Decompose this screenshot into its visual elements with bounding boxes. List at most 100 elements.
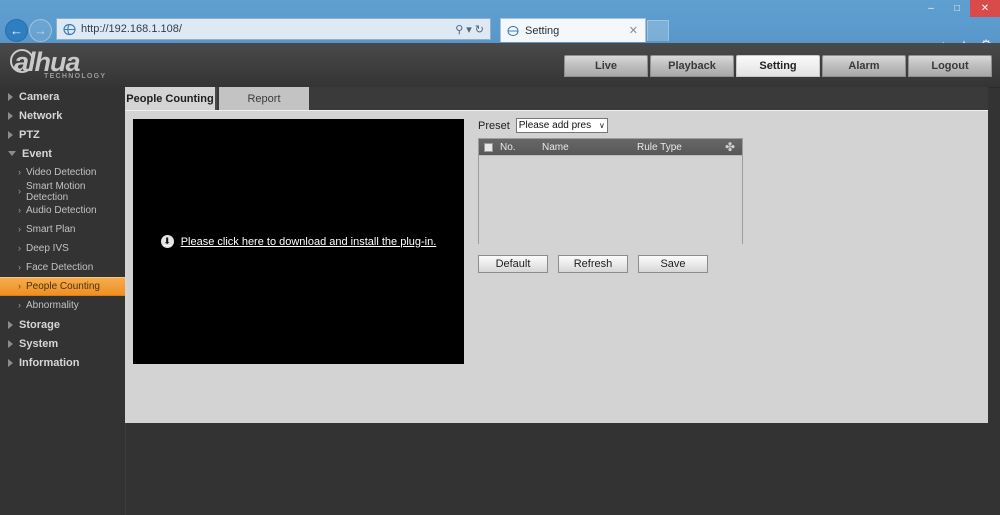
tab-close-icon[interactable]: ✕ [629, 24, 645, 37]
back-icon[interactable]: ← [5, 19, 28, 42]
sidebar-item-label: System [19, 337, 59, 350]
sidebar-item-people-counting[interactable]: › People Counting [0, 277, 125, 296]
address-bar[interactable]: http://192.168.1.108/ ⚲ ▾ ↻ [56, 18, 491, 40]
chevron-right-icon: › [18, 300, 21, 310]
action-buttons: Default Refresh Save [478, 255, 708, 273]
nav-item-alarm[interactable]: Alarm [822, 55, 906, 77]
preset-label: Preset [478, 119, 510, 132]
sidebar-item-label: Network [19, 109, 63, 122]
logo-subtitle: TECHNOLOGY [44, 73, 107, 80]
nav-item-live[interactable]: Live [564, 55, 648, 77]
main-navigation: Live Playback Setting Alarm Logout [564, 55, 992, 77]
chevron-down-icon [8, 151, 16, 156]
sidebar-item-label: Camera [19, 90, 60, 103]
sidebar-item-label: Smart Motion Detection [26, 180, 86, 203]
close-button[interactable]: ✕ [970, 0, 1000, 17]
default-button[interactable]: Default [478, 255, 548, 273]
preset-dropdown[interactable]: Please add pres ∨ [515, 118, 608, 133]
web-page: alhua TECHNOLOGY Live Playback Setting A… [0, 43, 1000, 515]
sidebar-item-label: Abnormality [26, 300, 79, 311]
search-icon[interactable]: ⚲ [455, 23, 463, 36]
preset-row: Preset Please add pres ∨ [478, 118, 608, 133]
settings-panel: ⬇ Please click here to download and inst… [125, 110, 988, 423]
browser-chrome: – □ ✕ ← → http://192.168.1.108/ ⚲ ▾ ↻ Se… [0, 0, 1000, 53]
sidebar-item-label: Audio Detection [26, 205, 97, 216]
sidebar-item-deep-ivs[interactable]: › Deep IVS [0, 239, 125, 258]
sidebar-item-abnormality[interactable]: › Abnormality [0, 296, 125, 315]
chevron-down-icon[interactable]: ▾ [466, 23, 472, 36]
sidebar-item-event[interactable]: Event [0, 144, 125, 163]
nav-item-logout[interactable]: Logout [908, 55, 992, 77]
chevron-right-icon [8, 92, 13, 101]
rule-table: No. Name Rule Type ✤ [478, 138, 743, 244]
chevron-right-icon: › [18, 167, 21, 177]
sidebar-item-label: Face Detection [26, 262, 94, 273]
content-area: People Counting Report ⬇ Please click he… [125, 87, 988, 423]
tab-favicon-icon [506, 24, 520, 38]
sidebar-item-label: Event [22, 147, 52, 160]
rule-table-body [479, 155, 742, 244]
column-header-rule-type: Rule Type [637, 141, 682, 153]
sidebar-item-audio-detection[interactable]: › Audio Detection [0, 201, 125, 220]
refresh-button[interactable]: Refresh [558, 255, 628, 273]
new-tab-button[interactable] [647, 20, 669, 41]
window-controls: – □ ✕ [918, 0, 1000, 17]
plugin-download-link[interactable]: ⬇ Please click here to download and inst… [160, 235, 437, 248]
sidebar-item-information[interactable]: Information [0, 353, 125, 372]
sidebar-item-label: Information [19, 356, 80, 369]
sidebar-item-label: Video Detection [26, 167, 97, 178]
chevron-right-icon: › [18, 224, 21, 234]
chevron-right-icon: › [18, 243, 21, 253]
chevron-right-icon [8, 320, 13, 329]
chevron-right-icon [8, 339, 13, 348]
video-preview[interactable]: ⬇ Please click here to download and inst… [133, 119, 464, 364]
minimize-button[interactable]: – [918, 0, 944, 17]
sidebar-item-system[interactable]: System [0, 334, 125, 353]
tab-report[interactable]: Report [219, 87, 309, 110]
sidebar-item-label: Deep IVS [26, 243, 69, 254]
rule-table-header: No. Name Rule Type ✤ [479, 139, 742, 155]
logo-text: alhua [14, 47, 81, 77]
restore-button[interactable]: □ [944, 0, 970, 17]
page-favicon-icon [61, 22, 77, 36]
sidebar: Camera Network PTZ Event › Video Detecti… [0, 87, 126, 515]
plugin-download-text: Please click here to download and instal… [180, 235, 437, 248]
chevron-right-icon [8, 358, 13, 367]
sidebar-item-face-detection[interactable]: › Face Detection [0, 258, 125, 277]
chevron-right-icon: › [18, 281, 21, 291]
rule-configuration-pane: Preset Please add pres ∨ No. Name Rule T… [478, 113, 748, 403]
sidebar-item-ptz[interactable]: PTZ [0, 125, 125, 144]
save-button[interactable]: Save [638, 255, 708, 273]
nav-item-setting[interactable]: Setting [736, 55, 820, 77]
column-header-no: No. [500, 141, 516, 153]
forward-icon[interactable]: → [29, 19, 52, 42]
sidebar-item-label: Smart Plan [26, 224, 76, 235]
chevron-down-icon: ∨ [598, 121, 605, 130]
address-url: http://192.168.1.108/ [81, 23, 182, 35]
download-icon: ⬇ [160, 235, 174, 248]
browser-tab-setting[interactable]: Setting ✕ [500, 18, 646, 42]
preset-selected-value: Please add pres [518, 120, 592, 131]
select-all-checkbox[interactable] [484, 142, 493, 152]
browser-nav-row: ← → http://192.168.1.108/ ⚲ ▾ ↻ Setting … [0, 17, 1000, 53]
dahua-logo: alhua TECHNOLOGY [8, 47, 128, 83]
tab-people-counting[interactable]: People Counting [125, 87, 217, 110]
nav-item-playback[interactable]: Playback [650, 55, 734, 77]
chevron-right-icon [8, 130, 13, 139]
sidebar-item-label: People Counting [26, 281, 100, 292]
sidebar-item-storage[interactable]: Storage [0, 315, 125, 334]
chevron-right-icon: › [18, 205, 21, 215]
sidebar-item-video-detection[interactable]: › Video Detection [0, 163, 125, 182]
sidebar-item-network[interactable]: Network [0, 106, 125, 125]
app-header: alhua TECHNOLOGY Live Playback Setting A… [0, 43, 1000, 88]
address-bar-icons: ⚲ ▾ ↻ [455, 23, 490, 36]
chevron-right-icon: › [18, 186, 21, 196]
add-rule-icon[interactable]: ✤ [718, 140, 742, 154]
column-header-name: Name [542, 141, 569, 153]
sidebar-item-smart-plan[interactable]: › Smart Plan [0, 220, 125, 239]
content-tabstrip: People Counting Report [125, 87, 988, 110]
sidebar-item-camera[interactable]: Camera [0, 87, 125, 106]
sidebar-item-smart-motion-detection[interactable]: › Smart Motion Detection [0, 180, 125, 203]
tab-title: Setting [525, 24, 560, 37]
refresh-icon[interactable]: ↻ [475, 23, 484, 36]
